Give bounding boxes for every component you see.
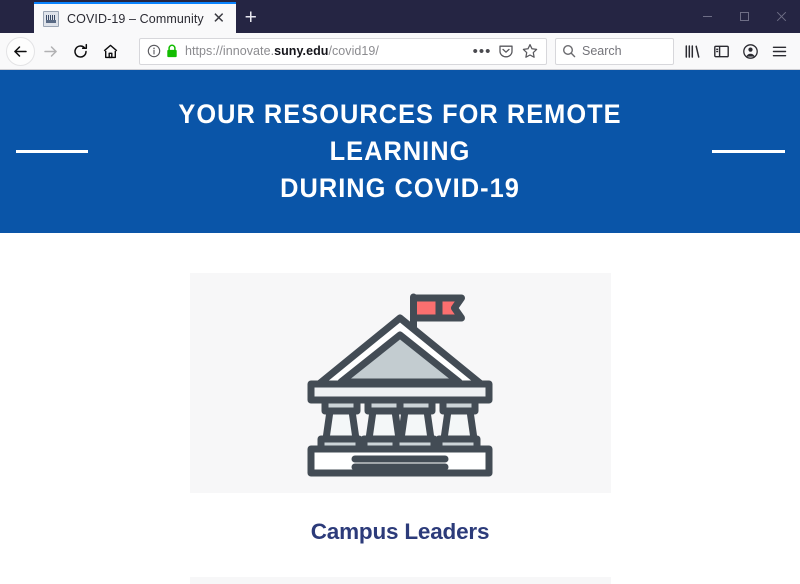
search-input-placeholder[interactable]: Search (582, 44, 622, 58)
star-icon[interactable] (518, 39, 542, 63)
new-tab-button[interactable]: + (236, 2, 266, 33)
close-window-button[interactable] (763, 0, 800, 33)
pocket-icon[interactable] (494, 39, 518, 63)
card-image[interactable] (189, 577, 611, 584)
sidebar-icon[interactable] (707, 37, 736, 65)
url-domain: suny.edu (274, 44, 329, 58)
minimize-button[interactable] (689, 0, 726, 33)
tab-title: COVID-19 – Community (67, 11, 204, 26)
page-info-icon[interactable] (147, 44, 161, 58)
title-bar: COVID-19 – Community ✕ + (0, 0, 800, 33)
home-icon[interactable] (95, 37, 125, 65)
forward-arrow-icon[interactable] (35, 37, 65, 65)
card-image[interactable] (189, 273, 611, 493)
browser-tab-active[interactable]: COVID-19 – Community ✕ (34, 2, 236, 33)
classical-building-with-flag-icon (307, 293, 493, 476)
search-icon (562, 44, 582, 58)
resource-card[interactable] (189, 577, 611, 584)
hero-rule-left (16, 150, 88, 154)
resource-card-list: Campus Leaders (0, 233, 800, 584)
library-icon[interactable] (678, 37, 707, 65)
hero-title-line2: DURING COVID-19 (280, 172, 520, 203)
toolbar-end-buttons (678, 37, 794, 65)
back-arrow-icon[interactable] (6, 36, 35, 66)
url-prefix: https://innovate. (185, 44, 275, 58)
browser-window: COVID-19 – Community ✕ + https://innovat… (0, 0, 800, 584)
address-bar[interactable]: https://innovate.suny.edu/covid19/ ••• (139, 37, 547, 65)
card-title-link[interactable]: Campus Leaders (311, 519, 490, 545)
window-controls (689, 0, 800, 33)
site-favicon-icon (43, 10, 59, 27)
identity-box[interactable] (147, 44, 185, 58)
page-content: YOUR RESOURCES FOR REMOTE LEARNING DURIN… (0, 70, 800, 584)
close-tab-icon[interactable]: ✕ (208, 8, 230, 30)
hero-title-line1: YOUR RESOURCES FOR REMOTE LEARNING (178, 99, 622, 166)
account-icon[interactable] (736, 37, 765, 65)
page-title: YOUR RESOURCES FOR REMOTE LEARNING DURIN… (113, 96, 686, 207)
hero-banner: YOUR RESOURCES FOR REMOTE LEARNING DURIN… (0, 70, 800, 233)
hamburger-menu-icon[interactable] (765, 37, 794, 65)
search-bar[interactable]: Search (555, 37, 674, 65)
maximize-button[interactable] (726, 0, 763, 33)
navigation-toolbar: https://innovate.suny.edu/covid19/ ••• S… (0, 33, 800, 70)
reload-icon[interactable] (65, 37, 95, 65)
hero-rule-right (712, 150, 785, 154)
url-text[interactable]: https://innovate.suny.edu/covid19/ (185, 44, 470, 58)
url-suffix: /covid19/ (328, 44, 379, 58)
tab-strip: COVID-19 – Community ✕ + (0, 0, 266, 33)
secure-lock-icon[interactable] (166, 44, 178, 58)
page-actions-icon[interactable]: ••• (470, 39, 494, 63)
resource-card[interactable]: Campus Leaders (189, 273, 611, 545)
